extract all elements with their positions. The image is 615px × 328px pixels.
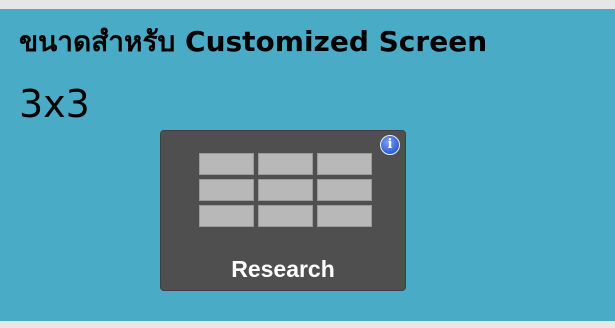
research-tile[interactable]: i Research — [160, 130, 406, 291]
page-title: ขนาดสำหรับ Customized Screen — [19, 25, 488, 58]
grid-cell — [317, 179, 372, 201]
grid-preview-icon — [199, 153, 372, 227]
grid-cell — [258, 179, 313, 201]
grid-cell — [317, 153, 372, 175]
grid-cell — [199, 205, 254, 227]
grid-cell — [199, 179, 254, 201]
grid-cell — [199, 153, 254, 175]
tile-label: Research — [231, 256, 335, 282]
grid-cell — [258, 153, 313, 175]
grid-cell — [317, 205, 372, 227]
grid-size-value: 3x3 — [19, 82, 90, 126]
grid-cell — [258, 205, 313, 227]
size-panel: ขนาดสำหรับ Customized Screen 3x3 i Resea… — [0, 9, 615, 321]
info-icon[interactable]: i — [380, 135, 400, 155]
